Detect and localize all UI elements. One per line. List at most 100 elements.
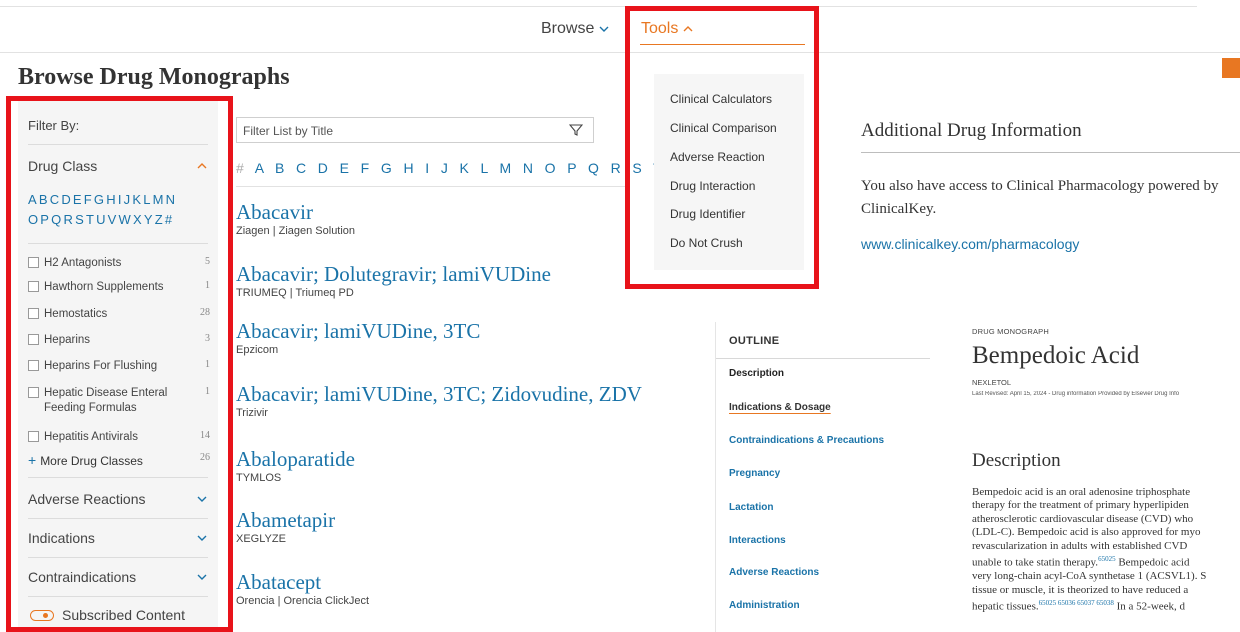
drug-class-filter-item[interactable]: Hawthorn Supplements 1	[28, 280, 210, 295]
description-text: hepatic tissues.	[972, 600, 1039, 613]
drug-class-filter-label: H2 Antagonists	[44, 257, 122, 269]
monograph-revised-date: Last Revised: April 15, 2024 - Drug info…	[972, 391, 1180, 397]
checkbox[interactable]	[28, 387, 39, 398]
description-line: unable to take statin therapy.65025 Bemp…	[972, 553, 1240, 570]
drug-class-filter-item[interactable]: H2 Antagonists 5	[28, 256, 210, 271]
menu-item-drug-identifier[interactable]: Drug Identifier	[670, 207, 745, 221]
description-text: In a 52-week, d	[1113, 600, 1186, 613]
monograph-kicker: DRUG MONOGRAPH	[972, 327, 1049, 336]
drug-class-filter-label: Hawthorn Supplements	[44, 281, 164, 293]
drug-class-filter-label: Heparins	[44, 334, 91, 346]
additional-info-title: Additional Drug Information	[861, 120, 1082, 141]
outline-item-interactions[interactable]: Interactions	[729, 535, 786, 546]
description-line: very long-chain acyl-CoA synthetase 1 (A…	[972, 570, 1207, 583]
clinicalkey-link[interactable]: www.clinicalkey.com/pharmacology	[861, 236, 1079, 252]
drug-list-item[interactable]: Abacavir; lamiVUDine, 3TC; Zidovudine, Z…	[236, 383, 642, 419]
drug-list-item[interactable]: Abacavir Ziagen | Ziagen Solution	[236, 201, 355, 237]
filter-list-input[interactable]: Filter List by Title	[236, 117, 594, 143]
drug-name-link[interactable]: Abacavir; lamiVUDine, 3TC; Zidovudine, Z…	[236, 383, 642, 405]
drug-list-item[interactable]: Abatacept Orencia | Orencia ClickJect	[236, 571, 369, 607]
alphabet-hash[interactable]: #	[236, 160, 248, 176]
drug-class-filter-item[interactable]: Heparins For Flushing 1	[28, 359, 210, 374]
top-divider	[0, 6, 1197, 7]
chevron-down-icon	[599, 26, 609, 32]
nav-browse[interactable]: Browse	[541, 20, 610, 38]
toggle-switch-icon[interactable]	[30, 610, 54, 621]
drug-name-link[interactable]: Abacavir; lamiVUDine, 3TC	[236, 320, 480, 342]
drug-list-item[interactable]: Abacavir; lamiVUDine, 3TC Epzicom	[236, 320, 480, 356]
menu-item-clinical-comparison[interactable]: Clinical Comparison	[670, 121, 777, 135]
drug-name-link[interactable]: Abametapir	[236, 509, 335, 531]
checkbox[interactable]	[28, 281, 39, 292]
description-line: hepatic tissues.65025 65036 65037 65038 …	[972, 597, 1240, 614]
contraindications-section-toggle[interactable]: Contraindications	[28, 569, 208, 585]
outline-item-contraindications[interactable]: Contraindications & Precautions	[729, 435, 884, 446]
menu-item-adverse-reaction[interactable]: Adverse Reaction	[670, 150, 765, 164]
menu-item-drug-interaction[interactable]: Drug Interaction	[670, 179, 755, 193]
checkbox[interactable]	[28, 334, 39, 345]
checkbox[interactable]	[28, 257, 39, 268]
adverse-reactions-section-toggle[interactable]: Adverse Reactions	[28, 491, 208, 507]
drug-brand-names: Epzicom	[236, 344, 279, 356]
drug-class-section-toggle[interactable]: Drug Class	[28, 158, 208, 174]
sidebar-divider	[28, 557, 208, 558]
drug-class-filter-item[interactable]: Hepatitis Antivirals 14	[28, 430, 210, 445]
outline-item-adverse-reactions[interactable]: Adverse Reactions	[729, 567, 819, 578]
outline-item-pregnancy[interactable]: Pregnancy	[729, 468, 780, 479]
nav-tools[interactable]: Tools	[641, 20, 694, 38]
drug-class-filter-item[interactable]: Hemostatics 28	[28, 307, 210, 322]
drug-class-filter-count: 1	[205, 280, 210, 291]
section-label: Indications	[28, 530, 95, 546]
drug-list-item[interactable]: Abacavir; Dolutegravir; lamiVUDine TRIUM…	[236, 263, 551, 299]
drug-class-filter-item[interactable]: Hepatic Disease Enteral Feeding Formulas…	[28, 386, 210, 416]
chevron-down-icon	[197, 496, 207, 502]
alphabet-index[interactable]: # A B C D E F G H I J K L M N O P Q R S …	[236, 160, 708, 176]
drug-class-letters-row-1[interactable]: ABCDEFGHIJKLMN	[28, 190, 213, 210]
drug-class-filter-label: Heparins For Flushing	[44, 360, 158, 372]
drug-class-letters-row-2[interactable]: OPQRSTUVWXYZ#	[28, 210, 213, 230]
outline-item-administration[interactable]: Administration	[729, 600, 800, 611]
checkbox[interactable]	[28, 360, 39, 371]
description-text: Bempedoic acid	[1115, 556, 1190, 569]
drug-name-link[interactable]: Abacavir; Dolutegravir; lamiVUDine	[236, 263, 551, 285]
drug-name-link[interactable]: Abaloparatide	[236, 448, 355, 470]
subscribed-content-toggle[interactable]: Subscribed Content	[30, 607, 185, 623]
monograph-brand: NEXLETOL	[972, 378, 1012, 387]
chevron-up-icon	[197, 163, 207, 169]
filter-list-placeholder: Filter List by Title	[243, 124, 334, 138]
outline-item-description[interactable]: Description	[729, 368, 784, 379]
outline-item-lactation[interactable]: Lactation	[729, 502, 773, 513]
drug-class-filter-item[interactable]: Heparins 3	[28, 333, 210, 348]
sidebar-divider	[28, 243, 208, 244]
outline-item-indications-dosage[interactable]: Indications & Dosage	[729, 402, 831, 413]
reference-link[interactable]: 65025	[1098, 555, 1116, 563]
reference-links[interactable]: 65025 65036 65037 65038	[1039, 599, 1114, 607]
list-divider	[236, 186, 628, 187]
more-drug-classes-link[interactable]: + More Drug Classes 26	[28, 452, 210, 468]
sidebar-divider	[28, 518, 208, 519]
drug-list-item[interactable]: Abametapir XEGLYZE	[236, 509, 335, 545]
menu-item-do-not-crush[interactable]: Do Not Crush	[670, 236, 743, 250]
drug-brand-names: TYMLOS	[236, 472, 282, 484]
section-label: Contraindications	[28, 569, 137, 585]
menu-item-clinical-calculators[interactable]: Clinical Calculators	[670, 92, 772, 106]
drug-class-filter-label: Hepatitis Antivirals	[44, 431, 138, 443]
drug-list-item[interactable]: Abaloparatide TYMLOS	[236, 448, 355, 484]
drug-name-link[interactable]: Abacavir	[236, 201, 355, 223]
drug-name-link[interactable]: Abatacept	[236, 571, 369, 593]
monograph-title: Bempedoic Acid	[972, 342, 1140, 369]
nav-tools-label: Tools	[641, 20, 679, 37]
nav-divider	[0, 52, 1240, 53]
drug-class-filter-count: 1	[205, 386, 210, 397]
more-drug-classes-count: 26	[200, 452, 210, 463]
section-label: Adverse Reactions	[28, 491, 146, 507]
drug-class-filter-count: 28	[200, 307, 210, 318]
outline-heading: OUTLINE	[716, 322, 930, 359]
page-title: Browse Drug Monographs	[18, 64, 290, 90]
filter-funnel-icon[interactable]	[569, 123, 583, 137]
checkbox[interactable]	[28, 431, 39, 442]
checkbox[interactable]	[28, 308, 39, 319]
indications-section-toggle[interactable]: Indications	[28, 530, 208, 546]
alphabet-letters[interactable]: A B C D E F G H I J K L M N O P Q R S T …	[255, 160, 687, 176]
filter-by-label: Filter By:	[28, 118, 80, 133]
